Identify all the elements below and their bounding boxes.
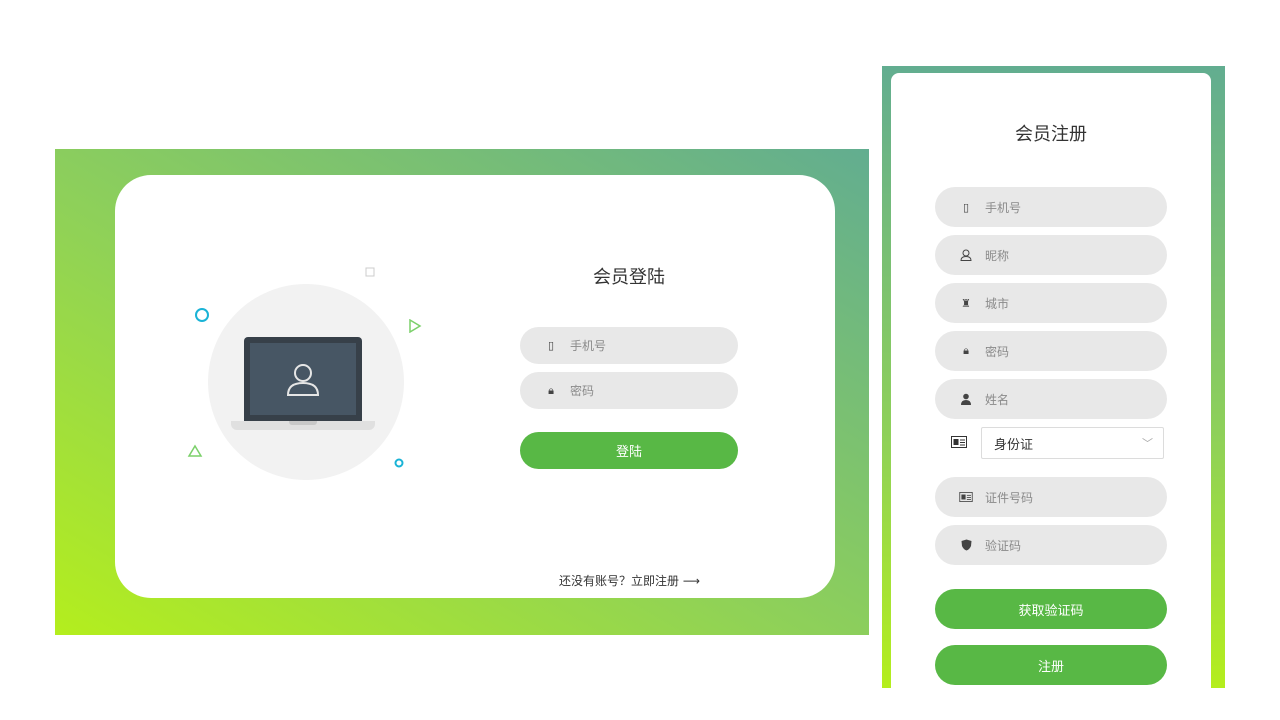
- lock-icon: 🔒︎: [548, 383, 554, 397]
- deco-square-icon: [365, 267, 375, 277]
- id-card-icon: [959, 492, 973, 502]
- user-outline-icon: [959, 249, 973, 261]
- login-title: 会员登陆: [593, 267, 665, 288]
- id-type-select[interactable]: 身份证 ﹀: [981, 427, 1164, 459]
- register-code-input[interactable]: 验证码: [935, 525, 1167, 565]
- register-city-placeholder: 城市: [985, 296, 1010, 311]
- login-button[interactable]: 登陆: [520, 432, 738, 469]
- register-city-input[interactable]: ♜ 城市: [935, 283, 1167, 323]
- register-nickname-placeholder: 昵称: [985, 248, 1010, 263]
- register-button[interactable]: 注册: [935, 645, 1167, 685]
- phone-icon: ▯: [547, 339, 555, 352]
- login-card: 会员登陆 ▯ 手机号 🔒︎ 密码 登陆 还没有账号？立即注册 ⟶: [115, 175, 835, 598]
- register-link-text: 还没有账号？立即注册: [559, 574, 680, 588]
- arrow-right-icon: ⟶: [682, 574, 701, 588]
- person-icon: [959, 393, 973, 405]
- login-password-placeholder: 密码: [570, 384, 595, 398]
- register-title: 会员注册: [1015, 124, 1087, 145]
- phone-icon: ▯: [962, 200, 970, 214]
- register-nickname-input[interactable]: 昵称: [935, 235, 1167, 275]
- register-code-placeholder: 验证码: [985, 538, 1022, 553]
- register-link[interactable]: 还没有账号？立即注册 ⟶: [559, 572, 700, 589]
- register-id-number-input[interactable]: 证件号码: [935, 477, 1167, 517]
- deco-dot-icon: [394, 458, 404, 468]
- laptop-icon: [244, 337, 362, 421]
- register-phone-placeholder: 手机号: [985, 200, 1022, 215]
- register-card: 会员注册 ▯ 手机号 昵称 ♜ 城市 🔒︎ 密码 姓名 身份证 ﹀ 证件号码 验…: [891, 73, 1211, 688]
- chevron-down-icon: ﹀: [1142, 437, 1153, 450]
- login-password-input[interactable]: 🔒︎ 密码: [520, 372, 738, 409]
- login-background: 会员登陆 ▯ 手机号 🔒︎ 密码 登陆 还没有账号？立即注册 ⟶: [55, 149, 869, 635]
- register-password-placeholder: 密码: [985, 344, 1010, 359]
- get-code-button[interactable]: 获取验证码: [935, 589, 1167, 629]
- login-phone-input[interactable]: ▯ 手机号: [520, 327, 738, 364]
- login-phone-placeholder: 手机号: [570, 339, 607, 353]
- user-outline-icon: [286, 364, 320, 396]
- register-password-input[interactable]: 🔒︎ 密码: [935, 331, 1167, 371]
- city-icon: ♜: [961, 296, 971, 310]
- login-illustration: [183, 257, 423, 497]
- register-name-placeholder: 姓名: [985, 392, 1010, 407]
- register-name-input[interactable]: 姓名: [935, 379, 1167, 419]
- register-background: 会员注册 ▯ 手机号 昵称 ♜ 城市 🔒︎ 密码 姓名 身份证 ﹀ 证件号码 验…: [882, 66, 1225, 688]
- register-id-number-placeholder: 证件号码: [985, 490, 1034, 505]
- deco-play-icon: [409, 319, 422, 333]
- deco-triangle-icon: [187, 444, 203, 457]
- lock-icon: 🔒︎: [963, 344, 969, 357]
- id-type-selected: 身份证: [994, 437, 1034, 453]
- deco-circle-icon: [195, 308, 209, 322]
- shield-icon: [959, 539, 973, 551]
- register-phone-input[interactable]: ▯ 手机号: [935, 187, 1167, 227]
